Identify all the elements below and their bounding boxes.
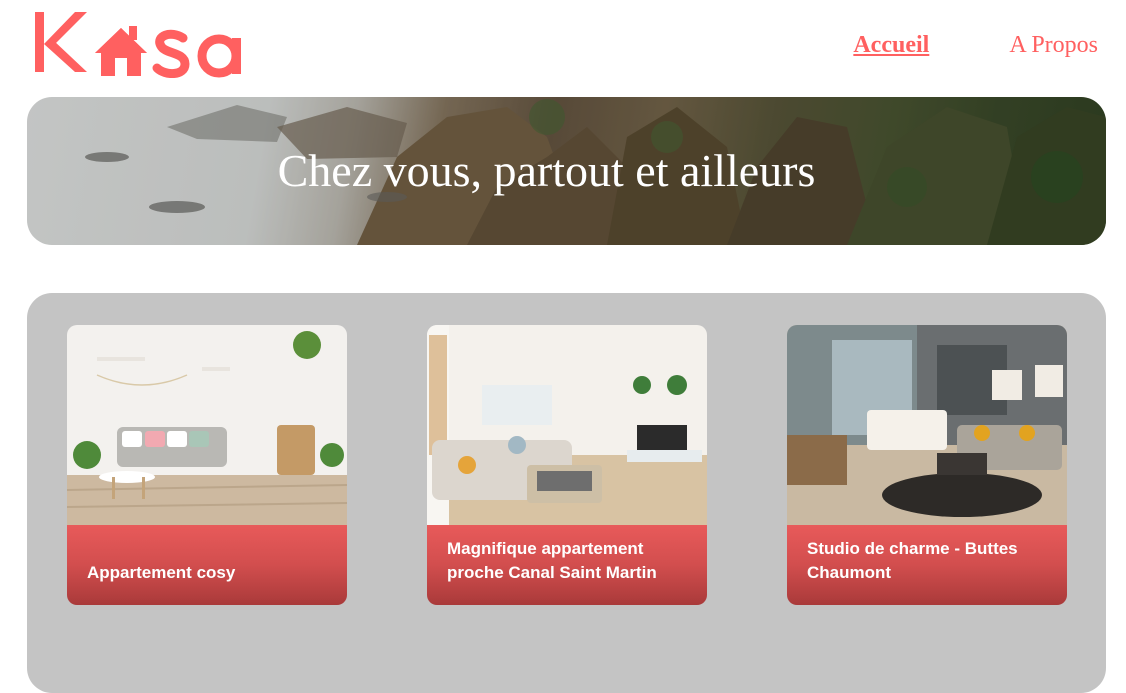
listing-card[interactable]: Appartement cosy: [67, 325, 347, 605]
listing-photo: [67, 325, 347, 525]
listing-title: Appartement cosy: [87, 563, 236, 582]
listing-title: Magnifique appartement proche Canal Sain…: [447, 539, 657, 582]
kasa-logo[interactable]: [33, 8, 247, 78]
listing-caption: Appartement cosy: [67, 525, 347, 605]
main-nav: Accueil A Propos: [853, 30, 1098, 60]
listings-gallery: Appartement cosy Magnifique appartement …: [27, 293, 1106, 693]
listing-photo: [427, 325, 707, 525]
nav-link-accueil[interactable]: Accueil: [853, 30, 929, 60]
listing-caption: Magnifique appartement proche Canal Sain…: [427, 525, 707, 605]
listing-photo: [787, 325, 1067, 525]
hero-banner: Chez vous, partout et ailleurs: [27, 97, 1106, 245]
listing-title: Studio de charme - Buttes Chaumont: [807, 539, 1018, 582]
listing-card[interactable]: Magnifique appartement proche Canal Sain…: [427, 325, 707, 605]
site-header: Accueil A Propos: [0, 0, 1126, 90]
banner-title: Chez vous, partout et ailleurs: [277, 145, 816, 196]
listing-caption: Studio de charme - Buttes Chaumont: [787, 525, 1067, 605]
listing-card[interactable]: Studio de charme - Buttes Chaumont: [787, 325, 1067, 605]
nav-link-a-propos[interactable]: A Propos: [1009, 30, 1098, 60]
